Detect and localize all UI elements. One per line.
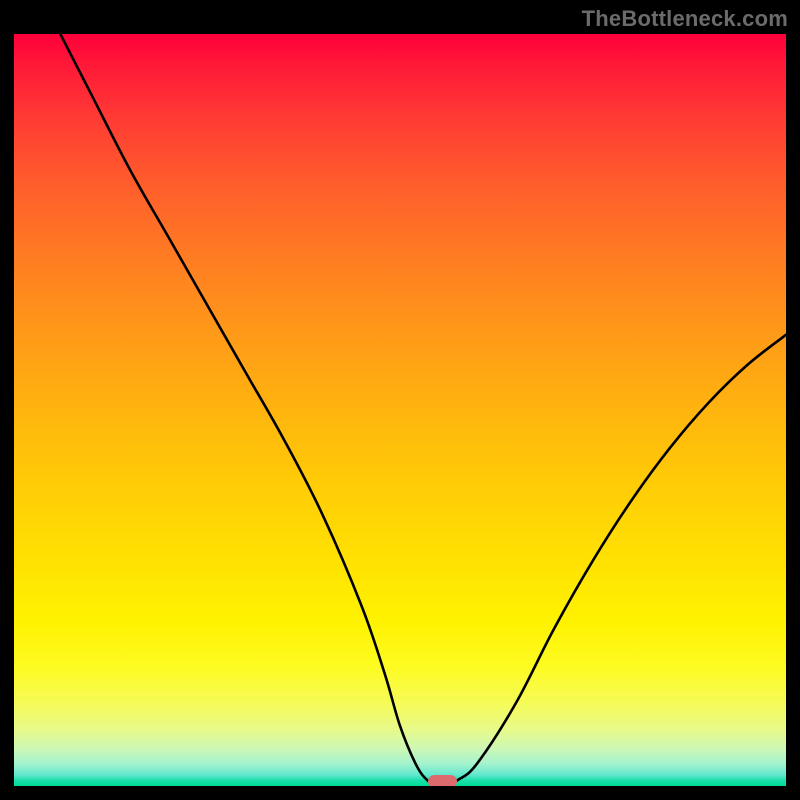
optimal-range-marker (428, 775, 457, 786)
chart-frame: TheBottleneck.com (0, 0, 800, 800)
bottleneck-curve (14, 34, 786, 786)
plot-area (14, 34, 786, 786)
watermark-text: TheBottleneck.com (582, 6, 788, 32)
